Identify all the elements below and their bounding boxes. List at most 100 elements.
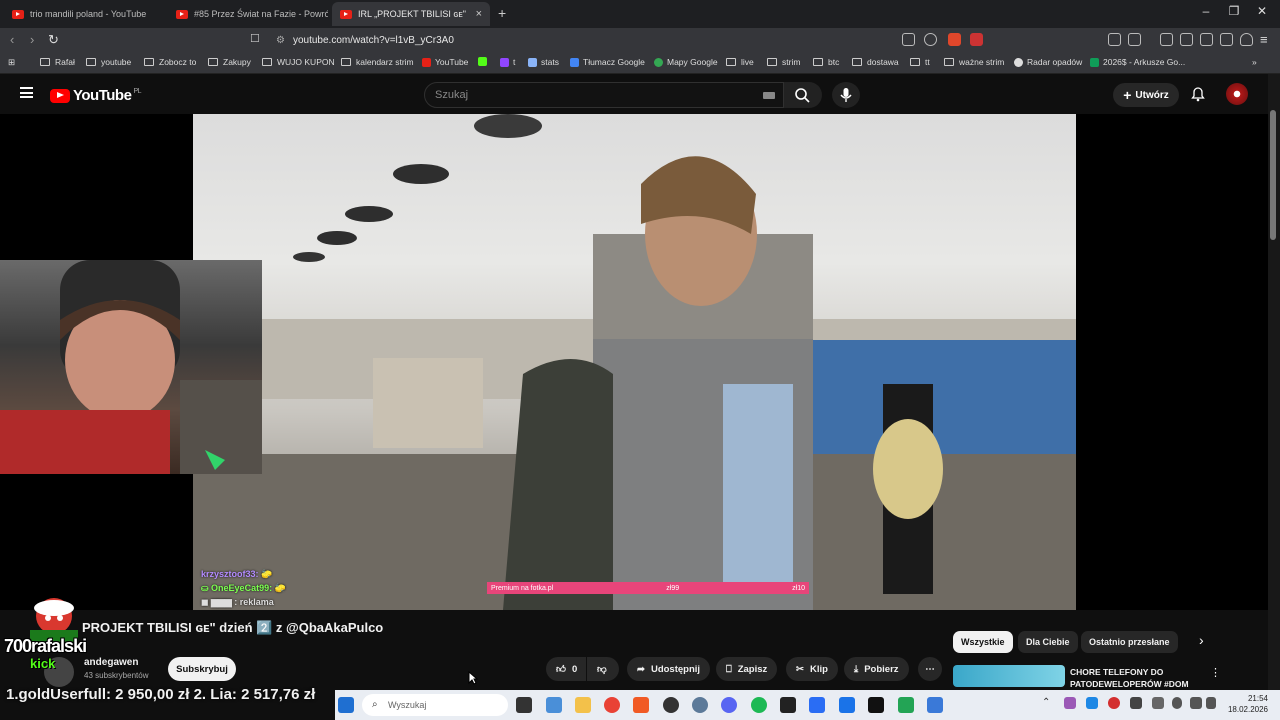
widgets-icon[interactable] xyxy=(546,697,562,713)
tray-icon[interactable] xyxy=(1152,697,1164,709)
microphone-icon[interactable] xyxy=(1172,697,1182,709)
bookmark-tlumacz[interactable]: Tłumacz Google xyxy=(570,57,645,67)
chip-recently-uploaded[interactable]: Ostatnio przesłane xyxy=(1081,631,1178,653)
back-icon[interactable]: ‹ xyxy=(10,32,14,47)
leo-ai-icon[interactable] xyxy=(1220,33,1233,46)
bookmark-mapy[interactable]: Mapy Google xyxy=(654,57,718,67)
apps-icon[interactable]: ⊞ xyxy=(8,57,15,68)
keyboard-icon[interactable] xyxy=(763,92,775,99)
steam-icon[interactable] xyxy=(1130,697,1142,709)
video-player[interactable]: Premium na fotka.pl zł99 zł10 krzysztoof… xyxy=(0,114,1268,610)
bookmark-wazne-strim[interactable]: ważne strim xyxy=(944,57,1004,67)
app-icon[interactable] xyxy=(809,697,825,713)
bluetooth-icon[interactable] xyxy=(1086,697,1098,709)
game-icon[interactable] xyxy=(780,697,796,713)
sheets-icon[interactable] xyxy=(898,697,914,713)
next-video-title[interactable]: CHORE TELEFONY DO PATODEWELOPERÓW #DOM xyxy=(1070,666,1200,688)
more-bookmarks-icon[interactable]: » xyxy=(1252,57,1257,67)
wallet-icon[interactable] xyxy=(1200,33,1213,46)
app-icon[interactable] xyxy=(692,697,708,713)
forward-icon[interactable]: › xyxy=(30,32,34,47)
bookmark-zobocz-to[interactable]: Zobocz to xyxy=(144,57,196,67)
next-video-thumbnail[interactable] xyxy=(953,665,1065,687)
scrollbar-thumb[interactable] xyxy=(1270,110,1276,240)
share-button[interactable]: ➦ Udostępnij xyxy=(627,657,711,681)
file-explorer-icon[interactable] xyxy=(575,697,591,713)
avatar[interactable] xyxy=(1226,83,1248,105)
bookmark-zakupy[interactable]: Zakupy xyxy=(208,57,251,67)
screenshot-icon[interactable] xyxy=(1128,33,1141,46)
url-field[interactable]: ⚙ youtube.com/watch?v=l1vB_yCr3A0 xyxy=(276,30,976,50)
brave-shield-icon[interactable] xyxy=(948,33,961,46)
obs-icon[interactable] xyxy=(663,697,679,713)
tab-projekt-tbilisi[interactable]: IRL „PROJEKT TBILISI ɢᴇ" dzie × xyxy=(332,2,490,26)
tray-icon[interactable] xyxy=(1064,697,1076,709)
app-icon[interactable] xyxy=(927,697,943,713)
youtube-logo[interactable]: YouTube PL xyxy=(50,87,141,104)
sidebar-icon[interactable] xyxy=(1180,33,1193,46)
bookmark-btc[interactable]: btc xyxy=(813,57,839,67)
volume-icon[interactable] xyxy=(1206,697,1216,709)
save-button[interactable]: ⎕ Zapisz xyxy=(716,657,778,681)
tray-chevron-icon[interactable]: ⌃ xyxy=(1042,697,1050,708)
download-button[interactable]: ⤓ Pobierz xyxy=(844,657,909,681)
app-icon[interactable] xyxy=(839,697,855,713)
like-button[interactable]: 👍︎ 0 xyxy=(546,657,586,681)
vpn-icon[interactable] xyxy=(1240,33,1253,46)
bookmark-radar[interactable]: Radar opadów xyxy=(1014,57,1082,67)
system-clock[interactable]: 21:54 18.02.2026 xyxy=(1220,693,1268,715)
discord-icon[interactable] xyxy=(721,697,737,713)
hamburger-menu-icon[interactable] xyxy=(20,87,33,98)
bookmark-youtube-folder[interactable]: youtube xyxy=(86,57,131,67)
close-window-icon[interactable]: ✕ xyxy=(1244,4,1280,18)
close-tab-icon[interactable]: × xyxy=(476,8,482,20)
voice-search-button[interactable] xyxy=(832,82,860,108)
task-view-icon[interactable] xyxy=(516,697,532,713)
chip-all[interactable]: Wszystkie xyxy=(953,631,1013,653)
more-actions-button[interactable]: ⋯ xyxy=(918,657,942,681)
subscribe-button[interactable]: Subskrybuj xyxy=(168,657,236,681)
bookmark-rafal[interactable]: Rafał xyxy=(40,57,75,67)
video-frame[interactable]: Premium na fotka.pl zł99 zł10 xyxy=(193,114,1076,610)
bookmark-dostawa[interactable]: dostawa xyxy=(852,57,899,67)
search-button[interactable] xyxy=(784,82,822,108)
bookmark-arkusze[interactable]: 2026$ - Arkusze Go... xyxy=(1090,57,1185,67)
bookmark-wujo-kupon[interactable]: WUJO KUPON xyxy=(262,57,335,67)
brave-rewards-icon[interactable] xyxy=(970,33,983,46)
bookmark-strim[interactable]: strim xyxy=(767,57,800,67)
bookmark-youtube[interactable]: YouTube xyxy=(422,57,468,67)
media-icon[interactable] xyxy=(1160,33,1173,46)
dislike-button[interactable]: 👎︎ xyxy=(587,657,619,681)
bookmark-live[interactable]: live xyxy=(726,57,754,67)
cast-icon[interactable] xyxy=(902,33,915,46)
tab-trio-mandili[interactable]: trio mandili poland - YouTube xyxy=(4,2,164,26)
app-icon[interactable] xyxy=(868,697,884,713)
share-icon[interactable] xyxy=(924,33,937,46)
clip-button[interactable]: ✂ Klip xyxy=(786,657,838,681)
chip-for-you[interactable]: Dla Ciebie xyxy=(1018,631,1078,653)
tray-icon[interactable] xyxy=(1108,697,1120,709)
more-vertical-icon[interactable]: ⋮ xyxy=(1210,666,1221,679)
extensions-icon[interactable] xyxy=(1108,33,1121,46)
menu-icon[interactable]: ≡ xyxy=(1260,32,1268,47)
search-input[interactable]: Szukaj xyxy=(424,82,784,108)
tab-przez-swiat[interactable]: #85 Przez Świat na Fazie - Powrót - G xyxy=(168,2,328,26)
bookmark-kick[interactable] xyxy=(478,57,491,66)
windows-start-icon[interactable] xyxy=(338,697,354,713)
notifications-bell-icon[interactable] xyxy=(1190,86,1206,107)
chrome-icon[interactable] xyxy=(604,697,620,713)
bookmark-icon[interactable]: ☐ xyxy=(250,32,260,45)
brave-icon[interactable] xyxy=(633,697,649,713)
create-button[interactable]: + Utwórz xyxy=(1113,83,1179,107)
taskbar-search[interactable]: ⌕ Wyszukaj xyxy=(362,694,508,716)
reload-icon[interactable]: ↻ xyxy=(48,32,59,48)
bookmark-twitch[interactable]: t xyxy=(500,57,515,67)
new-tab-icon[interactable]: + xyxy=(498,5,506,21)
bookmark-kalendarz[interactable]: kalendarz strim xyxy=(341,57,414,67)
bookmark-stats[interactable]: stats xyxy=(528,57,559,67)
bookmark-tt[interactable]: tt xyxy=(910,57,930,67)
spotify-icon[interactable] xyxy=(751,697,767,713)
site-info-icon[interactable]: ⚙ xyxy=(276,35,285,46)
chevron-right-icon[interactable]: › xyxy=(1199,632,1204,648)
network-icon[interactable] xyxy=(1190,697,1202,709)
